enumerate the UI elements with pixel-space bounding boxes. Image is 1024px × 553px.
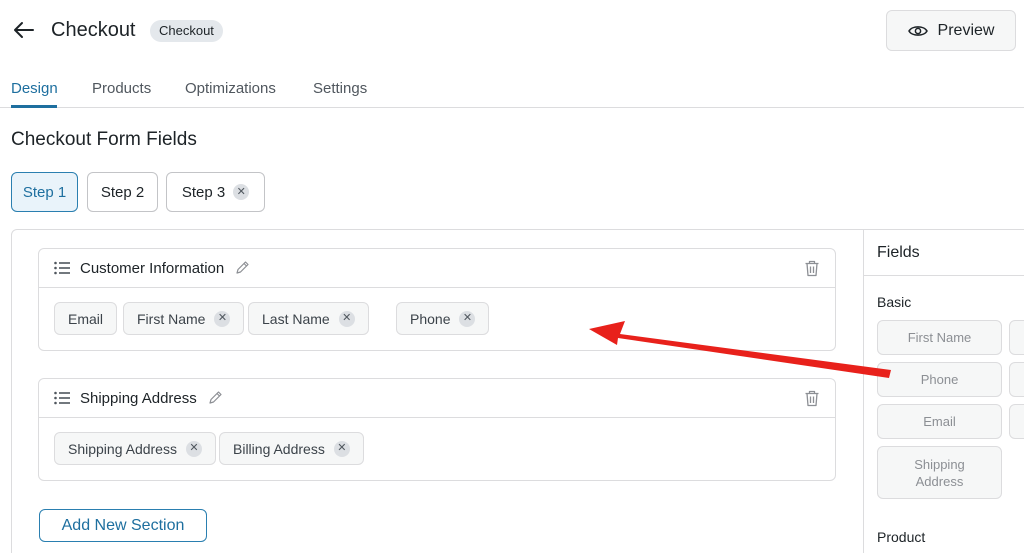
pencil-icon[interactable] — [207, 390, 223, 406]
remove-step-icon[interactable]: ✕ — [233, 184, 250, 200]
remove-field-icon[interactable]: ✕ — [459, 310, 476, 327]
section-fields: Email First Name ✕ Last Name ✕ Phone ✕ — [39, 288, 835, 350]
section-title: Customer Information — [80, 259, 225, 277]
field-chip-label: Shipping Address — [68, 440, 177, 457]
drag-handle-icon[interactable] — [54, 261, 70, 275]
field-group-product-label: Product — [877, 529, 926, 545]
step-3-tab[interactable]: Step 3 ✕ — [166, 172, 265, 212]
field-chip-first-name[interactable]: First Name ✕ — [123, 302, 245, 335]
fields-panel-divider — [864, 275, 1024, 276]
field-tile[interactable] — [1009, 320, 1024, 355]
step-label: Step 2 — [100, 183, 145, 201]
step-1-tab[interactable]: Step 1 — [11, 172, 78, 212]
drag-handle-icon[interactable] — [54, 391, 70, 405]
field-chip-last-name[interactable]: Last Name ✕ — [248, 302, 369, 335]
preview-button-label: Preview — [937, 21, 995, 39]
remove-field-icon[interactable]: ✕ — [185, 440, 202, 457]
step-2-tab[interactable]: Step 2 — [87, 172, 158, 212]
field-group-basic-label: Basic — [877, 294, 912, 310]
fields-panel-title: Fields — [877, 244, 920, 261]
active-tab-indicator — [11, 105, 57, 108]
field-chip-label: Last Name — [262, 310, 330, 327]
field-chip-label: Phone — [410, 310, 451, 327]
trash-icon[interactable] — [804, 260, 820, 277]
section-fields: Shipping Address ✕ Billing Address ✕ — [39, 418, 835, 480]
field-chip-billing-address[interactable]: Billing Address ✕ — [219, 432, 364, 465]
field-tile-first-name[interactable]: First Name — [877, 320, 1002, 355]
page-title: Checkout — [51, 19, 136, 41]
field-chip-label: First Name — [137, 310, 206, 327]
step-label: Step 3 — [181, 183, 226, 201]
preview-button[interactable]: Preview — [886, 10, 1016, 51]
field-chip-label: Email — [68, 310, 104, 327]
section-header: Customer Information — [39, 249, 835, 288]
section-card-customer-information: Customer Information Email First Name ✕ … — [38, 248, 836, 351]
panel-divider — [863, 230, 864, 553]
trash-icon[interactable] — [804, 390, 820, 407]
tab-products[interactable]: Products — [92, 80, 151, 97]
tab-settings[interactable]: Settings — [313, 80, 367, 97]
field-tile-shipping-address[interactable]: Shipping Address — [877, 446, 1002, 499]
field-tile-phone[interactable]: Phone — [877, 362, 1002, 397]
section-card-shipping-address: Shipping Address Shipping Address ✕ Bill… — [38, 378, 836, 481]
remove-field-icon[interactable]: ✕ — [338, 310, 355, 327]
section-heading: Checkout Form Fields — [11, 129, 197, 150]
field-tile[interactable] — [1009, 404, 1024, 439]
pencil-icon[interactable] — [234, 260, 250, 276]
back-arrow-icon[interactable] — [12, 18, 36, 42]
remove-field-icon[interactable]: ✕ — [333, 440, 350, 457]
page-type-badge: Checkout — [150, 20, 223, 42]
tab-optimizations[interactable]: Optimizations — [185, 80, 276, 97]
remove-field-icon[interactable]: ✕ — [214, 310, 231, 327]
step-label: Step 1 — [22, 183, 67, 201]
add-new-section-button[interactable]: Add New Section — [39, 509, 207, 542]
section-header: Shipping Address — [39, 379, 835, 418]
field-tile-email[interactable]: Email — [877, 404, 1002, 439]
tab-design[interactable]: Design — [11, 80, 58, 97]
field-chip-label: Billing Address — [233, 440, 325, 457]
section-title: Shipping Address — [80, 389, 197, 407]
field-chip-phone[interactable]: Phone ✕ — [396, 302, 490, 335]
tab-bar: Design Products Optimizations Settings — [0, 68, 1024, 108]
field-chip-email[interactable]: Email — [54, 302, 118, 335]
field-chip-shipping-address[interactable]: Shipping Address ✕ — [54, 432, 216, 465]
field-tile[interactable] — [1009, 362, 1024, 397]
eye-icon — [907, 25, 928, 36]
